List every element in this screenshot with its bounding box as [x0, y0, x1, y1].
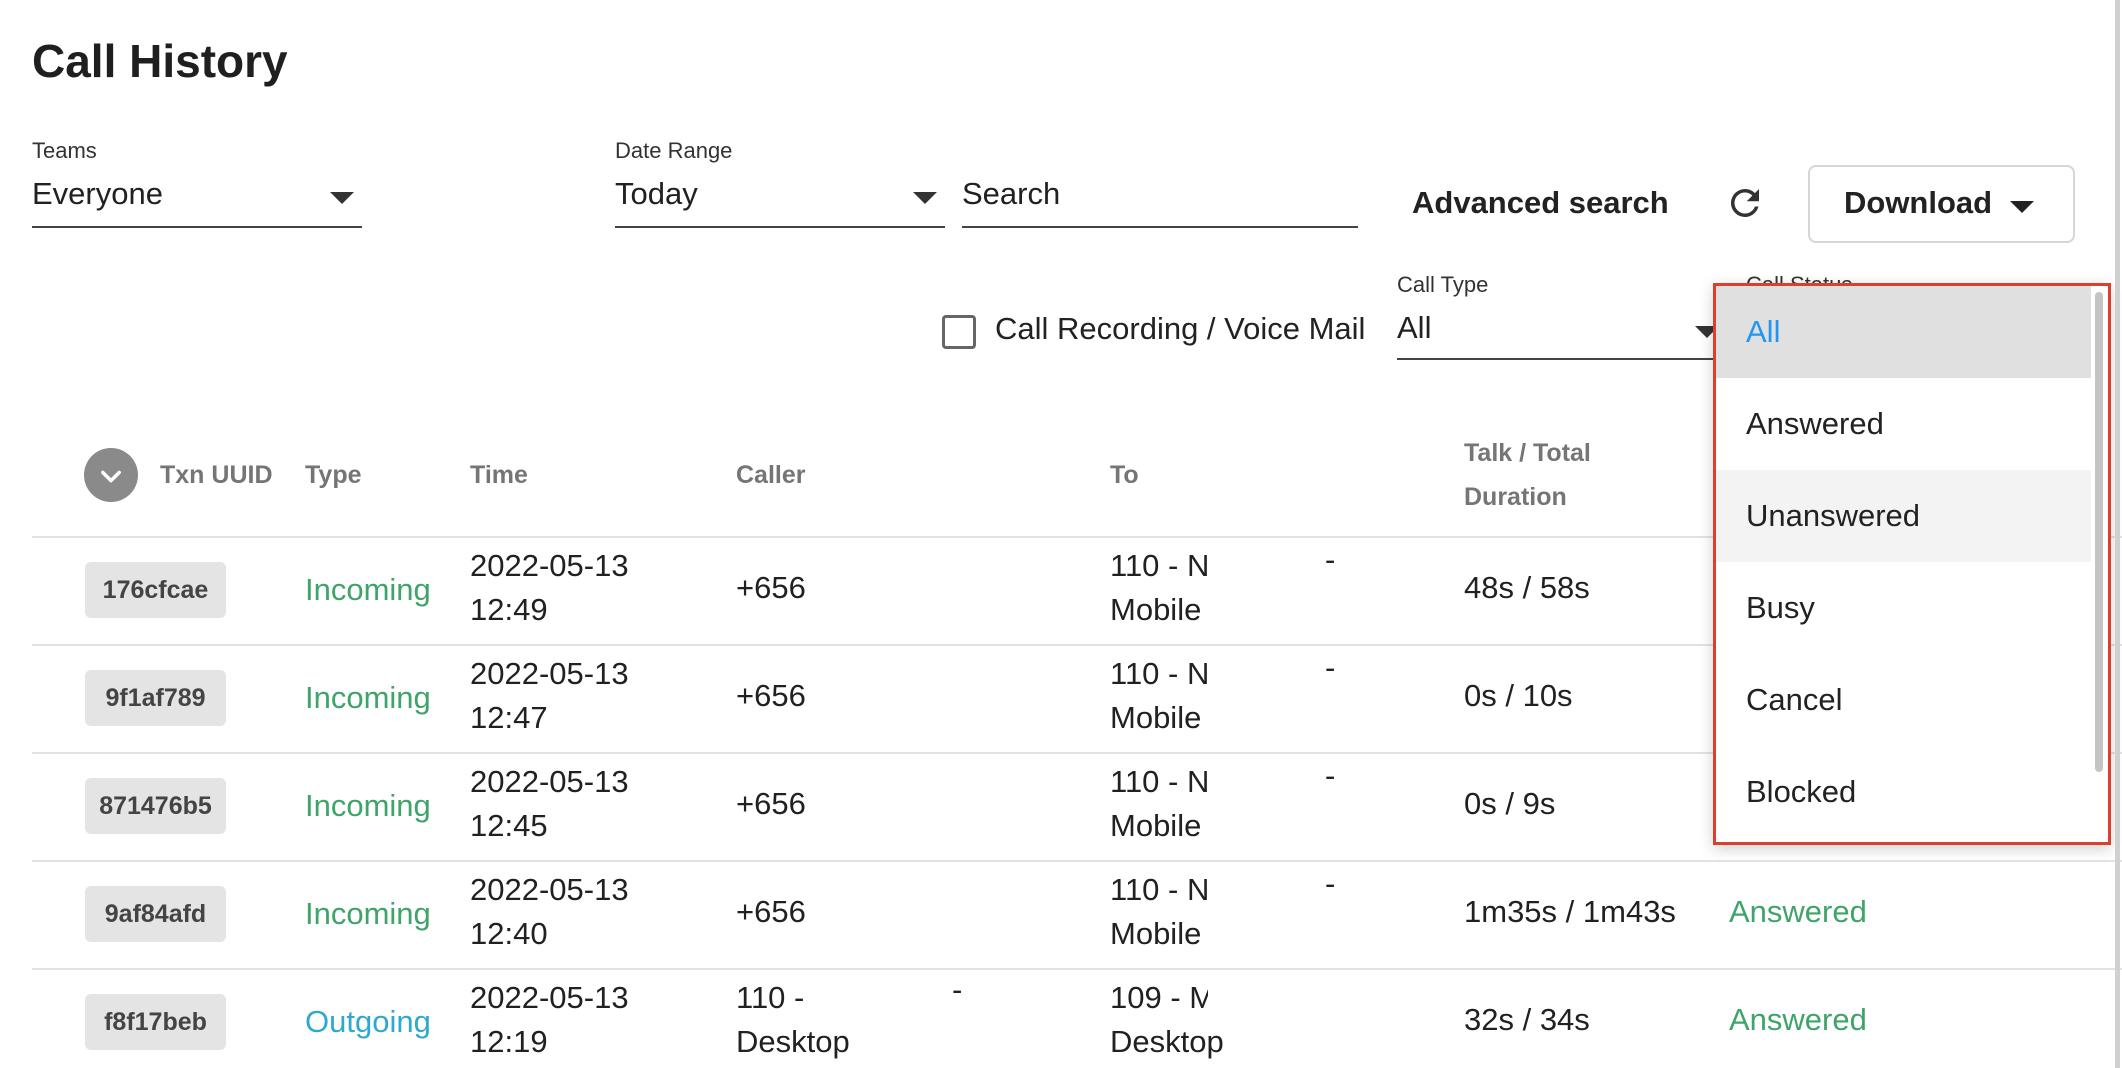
date-range-underline [615, 226, 945, 228]
expand-all-icon[interactable] [84, 448, 138, 502]
table-row[interactable]: 9f1af789 Incoming 2022-05-13 12:47 +656 … [32, 646, 1712, 752]
to-cell-line2: Mobile [1110, 808, 1202, 843]
header-duration-line2[interactable]: Duration [1464, 483, 1567, 512]
call-status-dropdown[interactable]: All Answered Unanswered Busy Cancel Bloc… [1713, 283, 2111, 845]
caller-dash: - [952, 972, 963, 1007]
teams-underline [32, 226, 362, 228]
header-to[interactable]: To [1110, 461, 1139, 490]
header-caller[interactable]: Caller [736, 461, 805, 490]
header-duration-line1[interactable]: Talk / Total [1464, 439, 1591, 468]
chevron-down-icon [2010, 201, 2034, 213]
date-range-value: Today [615, 176, 698, 211]
call-type-cell: Incoming [305, 572, 431, 607]
status-option-all[interactable]: All [1716, 286, 2091, 378]
table-row[interactable]: 9af84afd Incoming 2022-05-13 12:40 +656 … [32, 862, 2112, 968]
search-underline [962, 226, 1358, 228]
teams-label: Teams [32, 138, 97, 163]
teams-select[interactable]: Teams Everyone [32, 138, 362, 230]
table-row[interactable]: 871476b5 Incoming 2022-05-13 12:45 +656 … [32, 754, 1712, 860]
call-type-cell: Outgoing [305, 1004, 431, 1039]
call-type-value: All [1397, 310, 1432, 345]
to-cell-line1: 110 - N [1110, 656, 1208, 691]
dropdown-scrollbar[interactable] [2095, 292, 2103, 772]
status-cell: Answered [1729, 1002, 1867, 1037]
to-dash: - [1325, 866, 1336, 901]
status-option-blocked[interactable]: Blocked [1716, 746, 2091, 838]
call-type-cell: Incoming [305, 788, 431, 823]
chevron-down-icon [330, 192, 354, 204]
call-type-select[interactable]: Call Type All [1397, 272, 1727, 360]
to-cell-line2: Desktop [1110, 1024, 1224, 1059]
date-cell: 2022-05-13 [470, 764, 629, 799]
duration-cell: 32s / 34s [1464, 1002, 1590, 1037]
caller-cell-line2: Desktop [736, 1024, 850, 1059]
date-cell: 2022-05-13 [470, 656, 629, 691]
date-range-select[interactable]: Date Range Today [615, 138, 945, 230]
duration-cell: 0s / 9s [1464, 786, 1556, 821]
call-type-cell: Incoming [305, 680, 431, 715]
advanced-search-button[interactable]: Advanced search [1412, 185, 1669, 221]
time-cell: 12:47 [470, 700, 548, 735]
header-time[interactable]: Time [470, 461, 528, 490]
uuid-chip: 9af84afd [85, 886, 226, 942]
chevron-down-icon [913, 192, 937, 204]
header-uuid[interactable]: Txn UUID [160, 461, 273, 490]
to-cell-line2: Mobile [1110, 592, 1202, 627]
to-dash: - [1325, 758, 1336, 793]
call-recording-checkbox[interactable] [942, 315, 976, 349]
date-cell: 2022-05-13 [470, 548, 629, 583]
table-row[interactable]: f8f17beb Outgoing 2022-05-13 12:19 110 -… [32, 970, 2112, 1068]
call-type-label: Call Type [1397, 272, 1489, 297]
download-label: Download [1844, 185, 1993, 220]
caller-cell: +656 [736, 570, 806, 605]
to-cell-line2: Mobile [1110, 916, 1202, 951]
caller-cell-line1: 110 - [736, 980, 805, 1015]
teams-value: Everyone [32, 176, 163, 211]
call-type-cell: Incoming [305, 896, 431, 931]
refresh-icon[interactable] [1724, 182, 1766, 224]
call-recording-label[interactable]: Call Recording / Voice Mail [995, 311, 1365, 347]
status-option-busy[interactable]: Busy [1716, 562, 2091, 654]
call-type-underline [1397, 358, 1727, 360]
to-cell-line1: 110 - N [1110, 764, 1208, 799]
page-scrollbar[interactable] [2115, 0, 2120, 1068]
date-cell: 2022-05-13 [470, 872, 629, 907]
time-cell: 12:49 [470, 592, 548, 627]
caller-cell: +656 [736, 678, 806, 713]
to-cell-line2: Mobile [1110, 700, 1202, 735]
status-option-cancel[interactable]: Cancel [1716, 654, 2091, 746]
to-cell-line1: 109 - M [1110, 980, 1208, 1015]
uuid-chip: 871476b5 [85, 778, 226, 834]
to-cell-line1: 110 - N [1110, 548, 1208, 583]
table-row[interactable]: 176cfcae Incoming 2022-05-13 12:49 +656 … [32, 538, 1712, 644]
duration-cell: 0s / 10s [1464, 678, 1573, 713]
date-cell: 2022-05-13 [470, 980, 629, 1015]
download-button[interactable]: Download [1808, 165, 2075, 243]
time-cell: 12:19 [470, 1024, 548, 1059]
time-cell: 12:40 [470, 916, 548, 951]
header-type[interactable]: Type [305, 461, 362, 490]
duration-cell: 48s / 58s [1464, 570, 1590, 605]
date-range-label: Date Range [615, 138, 733, 163]
time-cell: 12:45 [470, 808, 548, 843]
duration-cell: 1m35s / 1m43s [1464, 894, 1676, 929]
search-input[interactable]: Search [962, 172, 1358, 230]
to-dash: - [1325, 650, 1336, 685]
status-cell: Answered [1729, 894, 1867, 929]
to-dash: - [1325, 542, 1336, 577]
page-title: Call History [32, 35, 288, 87]
uuid-chip: f8f17beb [85, 994, 226, 1050]
caller-cell: +656 [736, 786, 806, 821]
caller-cell: +656 [736, 894, 806, 929]
status-option-unanswered[interactable]: Unanswered [1716, 470, 2091, 562]
uuid-chip: 9f1af789 [85, 670, 226, 726]
search-placeholder: Search [962, 176, 1061, 211]
to-cell-line1: 110 - N [1110, 872, 1208, 907]
status-option-answered[interactable]: Answered [1716, 378, 2091, 470]
uuid-chip: 176cfcae [85, 562, 226, 618]
